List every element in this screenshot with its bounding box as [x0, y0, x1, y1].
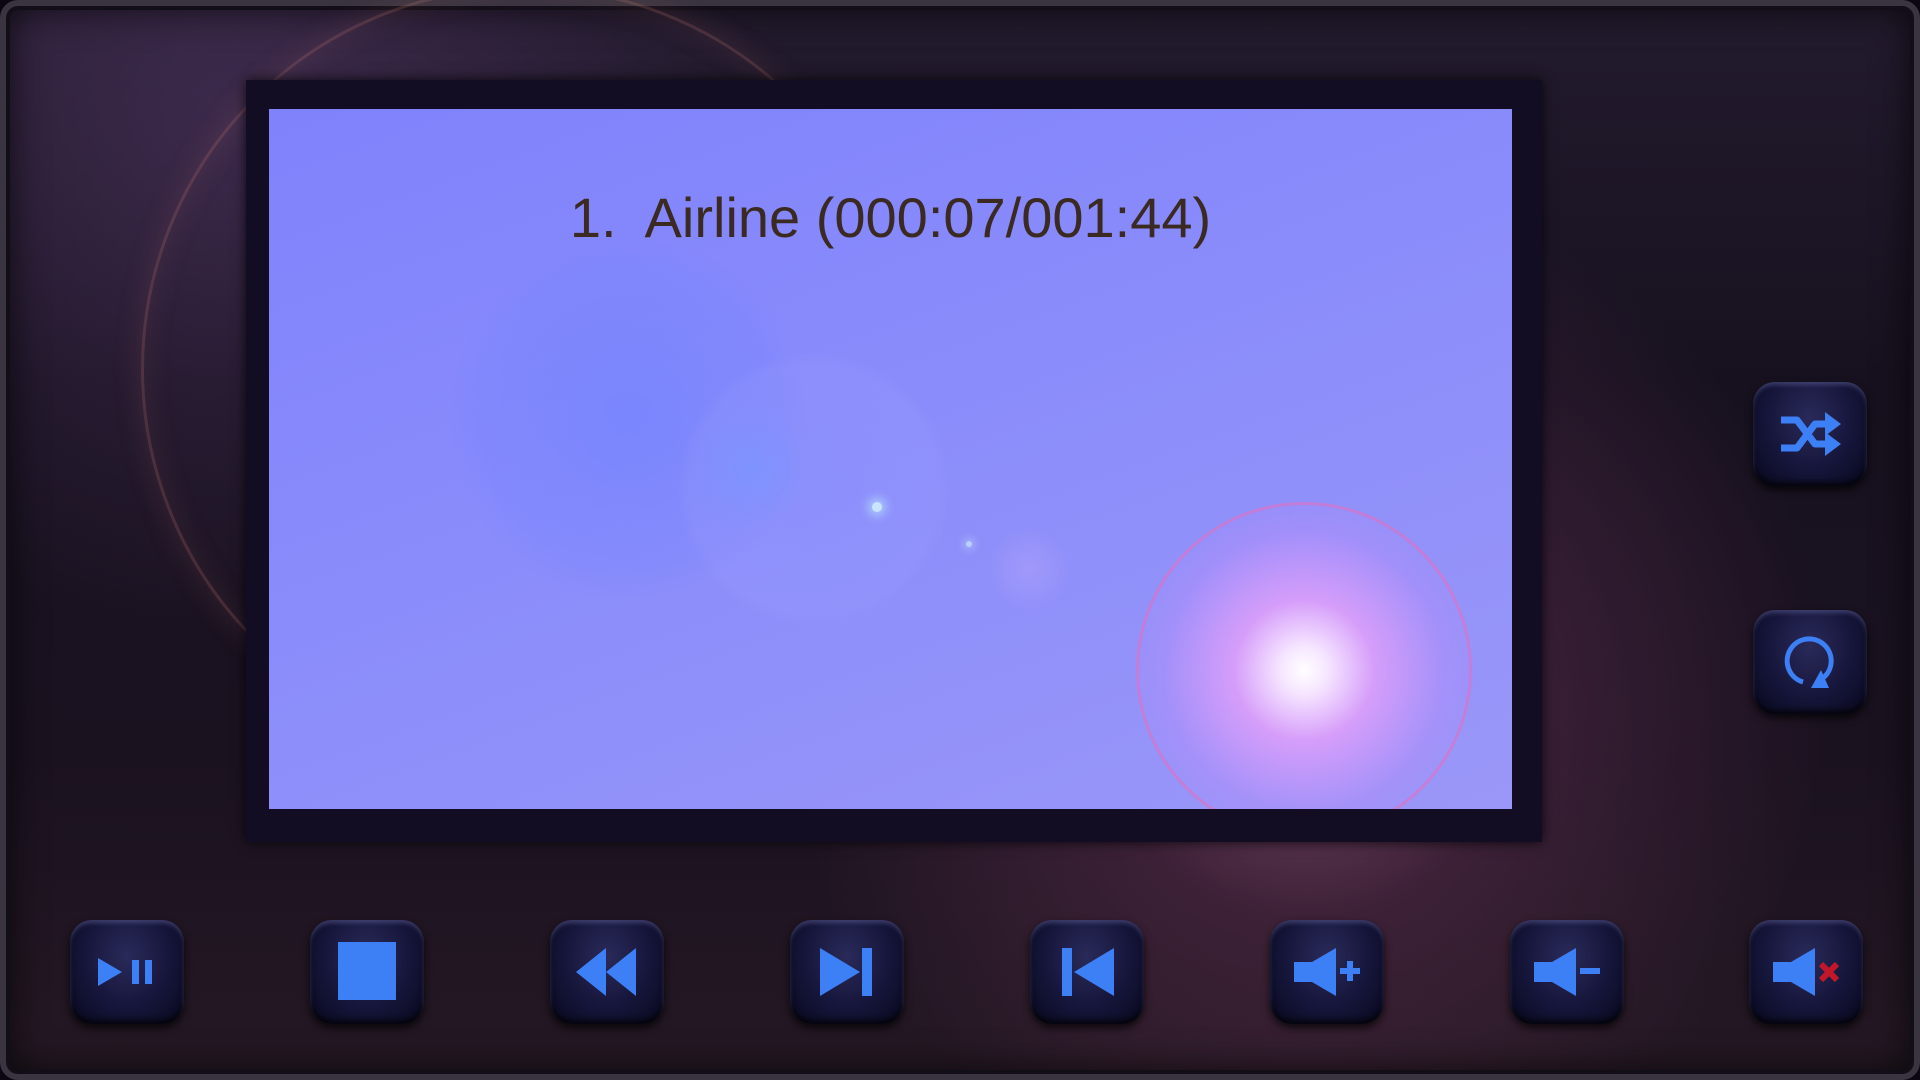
display-screen: 1. Airline (000:07/001:44) [269, 109, 1512, 809]
player-frame: 1. Airline (000:07/001:44) [0, 0, 1920, 1080]
flare-decoration [689, 409, 809, 529]
flare-decoration [679, 354, 949, 624]
repeat-button[interactable] [1753, 610, 1867, 714]
next-track-button[interactable] [790, 920, 904, 1024]
volume-up-icon [1294, 948, 1360, 996]
volume-down-icon [1534, 948, 1600, 996]
skip-forward-icon [820, 948, 872, 996]
previous-track-button[interactable] [1030, 920, 1144, 1024]
stop-button[interactable] [310, 920, 424, 1024]
flare-decoration [872, 502, 882, 512]
volume-down-button[interactable] [1510, 920, 1624, 1024]
shuffle-icon [1781, 412, 1841, 456]
rewind-icon [576, 948, 636, 996]
sun-flare-decoration [1136, 502, 1472, 809]
stop-icon [338, 942, 396, 1000]
play-pause-icon [98, 958, 152, 986]
mute-button[interactable] [1749, 920, 1863, 1024]
repeat-icon [1784, 636, 1834, 688]
flare-decoration [966, 541, 972, 547]
flare-decoration [989, 529, 1069, 609]
now-playing-text: 1. Airline (000:07/001:44) [569, 186, 1212, 249]
flare-decoration [449, 239, 809, 599]
play-pause-button[interactable] [70, 920, 184, 1024]
volume-up-button[interactable] [1270, 920, 1384, 1024]
mute-icon [1773, 948, 1840, 996]
shuffle-button[interactable] [1753, 382, 1867, 486]
skip-back-icon [1062, 948, 1114, 996]
rewind-button[interactable] [550, 920, 664, 1024]
